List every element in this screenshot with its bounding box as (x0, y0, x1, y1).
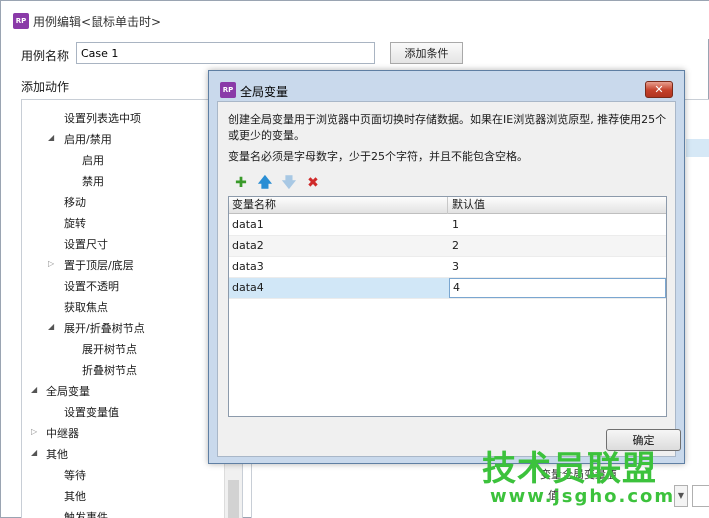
global-variables-dialog: RP 全局变量 ✕ 创建全局变量用于浏览器中页面切换时存储数据。如果在IE浏览器… (208, 70, 685, 464)
dialog-description: 创建全局变量用于浏览器中页面切换时存储数据。如果在IE浏览器浏览原型, 推荐使用… (228, 113, 667, 142)
tree-item[interactable]: 设置不透明 (64, 278, 119, 294)
tree-scrollbar-thumb[interactable] (228, 480, 239, 518)
tree-item[interactable]: 展开/折叠树节点 (64, 320, 145, 336)
case-name-label: 用例名称 (21, 49, 70, 63)
value-type-dropdown[interactable]: ▼ (674, 485, 688, 507)
column-header-default[interactable]: 默认值 (449, 197, 666, 214)
tree-expanded-arrow-icon[interactable]: ◢ (31, 448, 37, 457)
ok-button[interactable]: 确定 (606, 429, 681, 451)
axure-logo-icon: RP (220, 82, 236, 98)
tree-item[interactable]: 启用 (82, 152, 104, 168)
tree-item[interactable]: 设置尺寸 (64, 236, 108, 252)
default-value-editor[interactable]: 4 (449, 278, 666, 298)
tree-item[interactable]: 中继器 (46, 425, 79, 441)
watermark-url: www.jsgho.com (490, 486, 676, 507)
close-icon[interactable]: ✕ (645, 81, 673, 98)
variable-name-rule: 变量名必须是字母数字，少于25个字符，并且不能包含空格。 (228, 150, 528, 163)
delete-icon[interactable]: ✖ (304, 174, 322, 192)
tree-item[interactable]: 设置变量值 (64, 404, 119, 420)
add-action-label: 添加动作 (21, 80, 70, 94)
tree-item[interactable]: 其他 (46, 446, 68, 462)
variable-name-cell[interactable]: data4 (229, 278, 448, 298)
tree-collapsed-arrow-icon[interactable]: ▷ (48, 259, 54, 268)
tree-item[interactable]: 置于顶层/底层 (64, 257, 134, 273)
window-title: 用例编辑<鼠标单击时> (33, 15, 162, 29)
tree-item[interactable]: 折叠树节点 (82, 362, 137, 378)
dialog-body: 创建全局变量用于浏览器中页面切换时存储数据。如果在IE浏览器浏览原型, 推荐使用… (217, 101, 681, 457)
tree-expanded-arrow-icon[interactable]: ◢ (31, 385, 37, 394)
tree-item[interactable]: 旋转 (64, 215, 86, 231)
table-row-selected[interactable]: data4 4 (229, 278, 666, 299)
tree-item[interactable]: 展开树节点 (82, 341, 137, 357)
move-up-icon[interactable]: 🡅 (256, 174, 274, 192)
table-row[interactable]: data3 3 (229, 257, 666, 278)
add-icon[interactable]: ✚ (232, 174, 250, 192)
table-row[interactable]: data2 2 (229, 236, 666, 257)
value-input[interactable] (692, 485, 709, 507)
table-header: 变量名称 默认值 (229, 197, 666, 214)
variable-table: 变量名称 默认值 data1 1 data2 2 data3 3 data4 4 (228, 196, 667, 417)
tree-expanded-arrow-icon[interactable]: ◢ (48, 322, 54, 331)
variable-name-cell[interactable]: data3 (229, 257, 448, 277)
tree-collapsed-arrow-icon[interactable]: ▷ (31, 427, 37, 436)
tree-item[interactable]: 等待 (64, 467, 86, 483)
tree-item[interactable]: 其他 (64, 488, 86, 504)
tree-item[interactable]: 获取焦点 (64, 299, 108, 315)
variable-name-cell[interactable]: data1 (229, 215, 448, 235)
dialog-titlebar[interactable]: RP 全局变量 ✕ (209, 71, 684, 101)
table-row[interactable]: data1 1 (229, 215, 666, 236)
default-value-cell[interactable]: 3 (449, 257, 666, 277)
tree-item[interactable]: 禁用 (82, 173, 104, 189)
add-condition-button[interactable]: 添加条件 (390, 42, 463, 64)
default-value-cell[interactable]: 1 (449, 215, 666, 235)
default-value-cell[interactable]: 2 (449, 236, 666, 256)
tree-expanded-arrow-icon[interactable]: ◢ (48, 133, 54, 142)
case-editor-titlebar: RP 用例编辑<鼠标单击时> (1, 1, 709, 39)
axure-logo-icon: RP (13, 13, 29, 29)
watermark-logo: 技术员联盟 (482, 449, 657, 489)
tree-item[interactable]: 触发事件 (64, 509, 108, 518)
tree-item[interactable]: 全局变量 (46, 383, 90, 399)
move-down-icon[interactable]: 🡇 (280, 174, 298, 192)
tree-item[interactable]: 移动 (64, 194, 86, 210)
selected-action-highlight (686, 139, 709, 157)
case-name-input[interactable] (76, 42, 375, 64)
column-header-name[interactable]: 变量名称 (229, 197, 448, 214)
tree-item[interactable]: 启用/禁用 (64, 131, 112, 147)
variable-name-cell[interactable]: data2 (229, 236, 448, 256)
tree-item[interactable]: 设置列表选中项 (64, 110, 141, 126)
dialog-title: 全局变量 (240, 85, 289, 99)
